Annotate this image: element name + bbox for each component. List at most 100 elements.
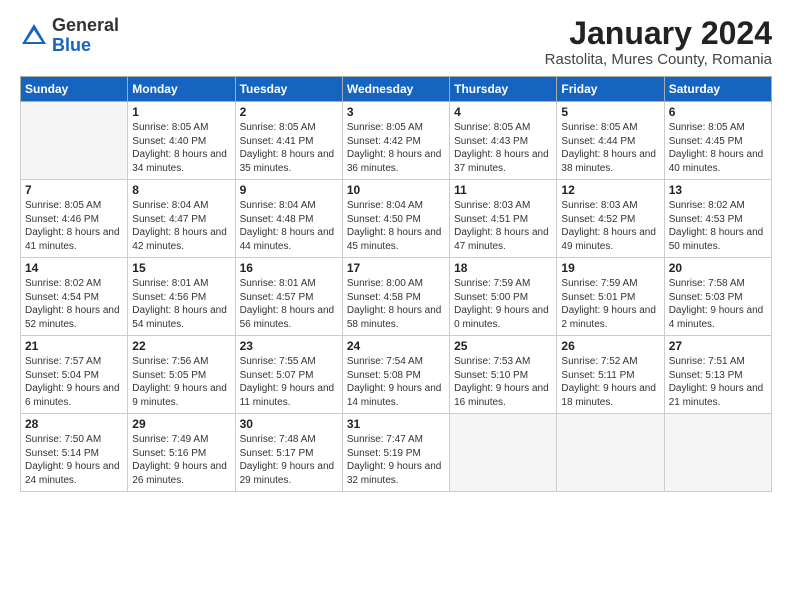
calendar-cell: 14 Sunrise: 8:02 AMSunset: 4:54 PMDayligh… [21, 258, 128, 336]
day-number: 10 [347, 183, 445, 197]
day-number: 9 [240, 183, 338, 197]
logo-text: General Blue [52, 16, 119, 56]
day-info: Sunrise: 8:02 AMSunset: 4:53 PMDaylight:… [669, 199, 767, 253]
day-info: Sunrise: 7:58 AMSunset: 5:03 PMDaylight:… [669, 277, 767, 331]
calendar-cell: 1 Sunrise: 8:05 AMSunset: 4:40 PMDaylight… [128, 102, 235, 180]
day-number: 20 [669, 261, 767, 275]
calendar-cell: 18 Sunrise: 7:59 AMSunset: 5:00 PMDayligh… [450, 258, 557, 336]
title-area: January 2024 Rastolita, Mures County, Ro… [545, 16, 772, 68]
calendar-cell [450, 414, 557, 492]
calendar-cell: 24 Sunrise: 7:54 AMSunset: 5:08 PMDayligh… [342, 336, 449, 414]
day-info: Sunrise: 8:00 AMSunset: 4:58 PMDaylight:… [347, 277, 445, 331]
calendar-cell: 26Sunrise: 7:52 AMSunset: 5:11 PMDayligh… [557, 336, 664, 414]
day-header-wednesday: Wednesday [342, 77, 449, 102]
logo-general: General [52, 15, 119, 35]
day-info: Sunrise: 7:55 AMSunset: 5:07 PMDaylight:… [240, 355, 338, 409]
day-info: Sunrise: 8:05 AMSunset: 4:46 PMDaylight:… [25, 199, 123, 253]
location: Rastolita, Mures County, Romania [545, 51, 772, 68]
day-number: 31 [347, 417, 445, 431]
calendar-cell: 5 Sunrise: 8:05 AMSunset: 4:44 PMDaylight… [557, 102, 664, 180]
day-info: Sunrise: 8:02 AMSunset: 4:54 PMDaylight:… [25, 277, 123, 331]
day-number: 12 [561, 183, 659, 197]
week-row-0: 1 Sunrise: 8:05 AMSunset: 4:40 PMDaylight… [21, 102, 772, 180]
day-info: Sunrise: 7:51 AMSunset: 5:13 PMDaylight:… [669, 355, 767, 409]
logo-blue: Blue [52, 35, 91, 55]
day-info: Sunrise: 8:05 AMSunset: 4:45 PMDaylight:… [669, 121, 767, 175]
day-info: Sunrise: 8:04 AMSunset: 4:47 PMDaylight:… [132, 199, 230, 253]
day-number: 3 [347, 105, 445, 119]
calendar-cell: 8Sunrise: 8:04 AMSunset: 4:47 PMDaylight… [128, 180, 235, 258]
day-info: Sunrise: 8:05 AMSunset: 4:43 PMDaylight:… [454, 121, 552, 175]
day-header-thursday: Thursday [450, 77, 557, 102]
day-number: 26 [561, 339, 659, 353]
calendar-cell: 19Sunrise: 7:59 AMSunset: 5:01 PMDayligh… [557, 258, 664, 336]
day-info: Sunrise: 8:03 AMSunset: 4:51 PMDaylight:… [454, 199, 552, 253]
day-info: Sunrise: 7:56 AMSunset: 5:05 PMDaylight:… [132, 355, 230, 409]
calendar-table: SundayMondayTuesdayWednesdayThursdayFrid… [20, 76, 772, 492]
day-info: Sunrise: 8:05 AMSunset: 4:41 PMDaylight:… [240, 121, 338, 175]
calendar-cell: 7Sunrise: 8:05 AMSunset: 4:46 PMDaylight… [21, 180, 128, 258]
day-info: Sunrise: 8:05 AMSunset: 4:40 PMDaylight:… [132, 121, 230, 175]
day-info: Sunrise: 8:01 AMSunset: 4:56 PMDaylight:… [132, 277, 230, 331]
calendar-cell: 17 Sunrise: 8:00 AMSunset: 4:58 PMDayligh… [342, 258, 449, 336]
day-info: Sunrise: 7:47 AMSunset: 5:19 PMDaylight:… [347, 433, 445, 487]
calendar-cell: 6 Sunrise: 8:05 AMSunset: 4:45 PMDaylight… [664, 102, 771, 180]
day-info: Sunrise: 7:49 AMSunset: 5:16 PMDaylight:… [132, 433, 230, 487]
calendar-cell: 4 Sunrise: 8:05 AMSunset: 4:43 PMDaylight… [450, 102, 557, 180]
day-number: 18 [454, 261, 552, 275]
header: General Blue January 2024 Rastolita, Mur… [20, 16, 772, 68]
calendar-cell: 15 Sunrise: 8:01 AMSunset: 4:56 PMDayligh… [128, 258, 235, 336]
calendar-cell: 2Sunrise: 8:05 AMSunset: 4:41 PMDaylight… [235, 102, 342, 180]
day-number: 1 [132, 105, 230, 119]
month-title: January 2024 [545, 16, 772, 51]
week-row-3: 21Sunrise: 7:57 AMSunset: 5:04 PMDayligh… [21, 336, 772, 414]
day-number: 28 [25, 417, 123, 431]
calendar-cell [557, 414, 664, 492]
day-info: Sunrise: 8:03 AMSunset: 4:52 PMDaylight:… [561, 199, 659, 253]
calendar-cell: 3 Sunrise: 8:05 AMSunset: 4:42 PMDaylight… [342, 102, 449, 180]
day-header-sunday: Sunday [21, 77, 128, 102]
calendar-cell [664, 414, 771, 492]
calendar-cell: 16Sunrise: 8:01 AMSunset: 4:57 PMDayligh… [235, 258, 342, 336]
day-number: 24 [347, 339, 445, 353]
day-number: 13 [669, 183, 767, 197]
calendar-cell: 22Sunrise: 7:56 AMSunset: 5:05 PMDayligh… [128, 336, 235, 414]
day-number: 14 [25, 261, 123, 275]
day-info: Sunrise: 7:48 AMSunset: 5:17 PMDaylight:… [240, 433, 338, 487]
logo: General Blue [20, 16, 119, 56]
day-info: Sunrise: 8:05 AMSunset: 4:44 PMDaylight:… [561, 121, 659, 175]
day-info: Sunrise: 7:59 AMSunset: 5:01 PMDaylight:… [561, 277, 659, 331]
day-number: 29 [132, 417, 230, 431]
day-number: 15 [132, 261, 230, 275]
calendar-cell: 10 Sunrise: 8:04 AMSunset: 4:50 PMDayligh… [342, 180, 449, 258]
calendar-cell: 23 Sunrise: 7:55 AMSunset: 5:07 PMDayligh… [235, 336, 342, 414]
day-info: Sunrise: 8:04 AMSunset: 4:50 PMDaylight:… [347, 199, 445, 253]
day-number: 23 [240, 339, 338, 353]
calendar-cell: 21Sunrise: 7:57 AMSunset: 5:04 PMDayligh… [21, 336, 128, 414]
day-info: Sunrise: 7:54 AMSunset: 5:08 PMDaylight:… [347, 355, 445, 409]
calendar-cell: 12 Sunrise: 8:03 AMSunset: 4:52 PMDayligh… [557, 180, 664, 258]
week-row-2: 14 Sunrise: 8:02 AMSunset: 4:54 PMDayligh… [21, 258, 772, 336]
day-info: Sunrise: 7:57 AMSunset: 5:04 PMDaylight:… [25, 355, 123, 409]
calendar-cell: 20 Sunrise: 7:58 AMSunset: 5:03 PMDayligh… [664, 258, 771, 336]
day-number: 17 [347, 261, 445, 275]
day-number: 5 [561, 105, 659, 119]
day-number: 16 [240, 261, 338, 275]
day-number: 11 [454, 183, 552, 197]
calendar-cell: 25Sunrise: 7:53 AMSunset: 5:10 PMDayligh… [450, 336, 557, 414]
day-number: 4 [454, 105, 552, 119]
day-header-friday: Friday [557, 77, 664, 102]
calendar-cell: 13 Sunrise: 8:02 AMSunset: 4:53 PMDayligh… [664, 180, 771, 258]
day-header-monday: Monday [128, 77, 235, 102]
day-info: Sunrise: 8:05 AMSunset: 4:42 PMDaylight:… [347, 121, 445, 175]
day-info: Sunrise: 8:04 AMSunset: 4:48 PMDaylight:… [240, 199, 338, 253]
day-info: Sunrise: 7:59 AMSunset: 5:00 PMDaylight:… [454, 277, 552, 331]
day-header-tuesday: Tuesday [235, 77, 342, 102]
header-row: SundayMondayTuesdayWednesdayThursdayFrid… [21, 77, 772, 102]
calendar-cell: 27 Sunrise: 7:51 AMSunset: 5:13 PMDayligh… [664, 336, 771, 414]
day-number: 6 [669, 105, 767, 119]
calendar-cell [21, 102, 128, 180]
day-number: 27 [669, 339, 767, 353]
day-header-saturday: Saturday [664, 77, 771, 102]
calendar-cell: 9 Sunrise: 8:04 AMSunset: 4:48 PMDaylight… [235, 180, 342, 258]
